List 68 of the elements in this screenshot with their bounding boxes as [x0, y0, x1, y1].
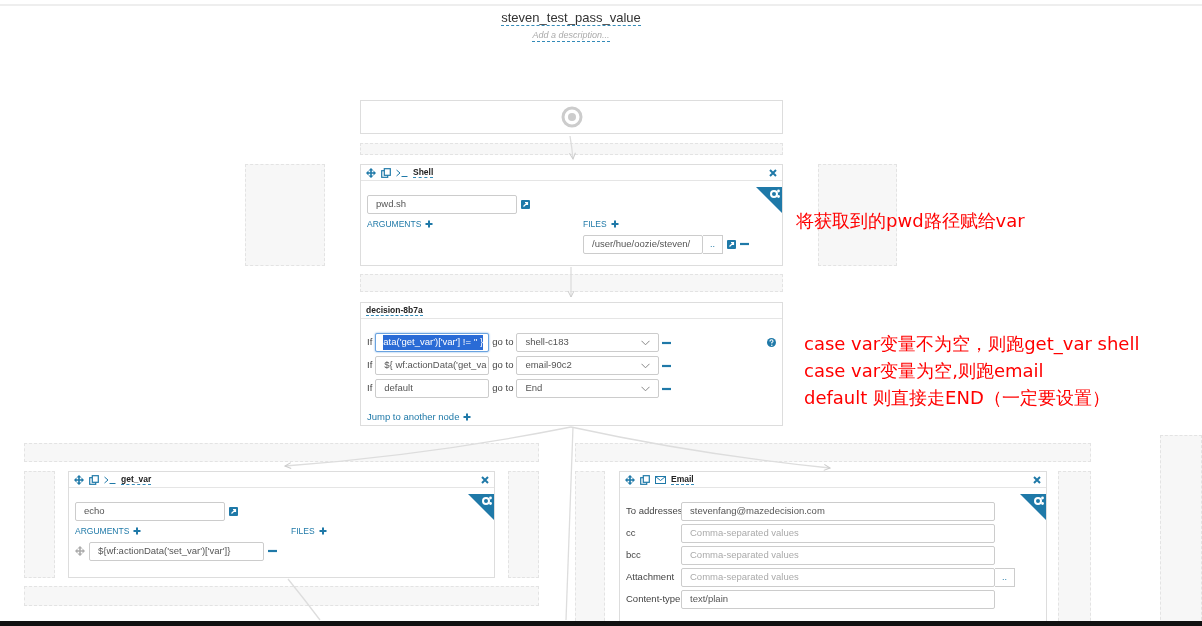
annotation-text: case var变量为空,则跑email	[804, 359, 1045, 383]
node-name[interactable]: get_var	[121, 474, 152, 485]
field-label: Attachment	[626, 570, 676, 585]
field-label: Content-type	[626, 592, 681, 607]
terminal-icon	[104, 475, 116, 484]
input-field[interactable]: text/plain	[681, 590, 995, 609]
add-icon[interactable]	[425, 220, 434, 229]
node-name[interactable]: Shell	[413, 167, 434, 178]
caret-icon	[641, 385, 651, 392]
settings-icon[interactable]	[756, 187, 782, 213]
goto-label: go to	[492, 358, 514, 373]
caret-icon	[641, 339, 651, 346]
input-field[interactable]: default	[375, 379, 490, 398]
settings-icon[interactable]	[1020, 494, 1046, 520]
move-icon[interactable]	[366, 167, 376, 178]
input-field[interactable]: stevenfang@mazedecision.com	[681, 502, 995, 521]
external-link-icon[interactable]	[229, 507, 238, 516]
if-label: If	[367, 335, 373, 350]
section-label: ARGUMENTS	[75, 525, 130, 538]
add-icon[interactable]	[133, 527, 142, 536]
section-label: ARGUMENTS	[367, 218, 422, 231]
copy-icon[interactable]	[381, 167, 391, 178]
close-icon[interactable]	[481, 475, 489, 484]
goto-label: go to	[492, 335, 514, 350]
copy-icon[interactable]	[89, 474, 99, 485]
settings-icon[interactable]	[468, 494, 494, 520]
move-icon[interactable]	[625, 474, 635, 485]
copy-icon[interactable]	[640, 474, 650, 485]
workflow-title[interactable]: steven_test_pass_value	[501, 10, 641, 26]
field-label: cc	[626, 526, 637, 541]
help-icon[interactable]	[767, 338, 776, 347]
input-field[interactable]: ${ wf:actionData('get_va	[375, 356, 490, 375]
input-field[interactable]: /user/hue/oozie/steven/	[583, 234, 703, 254]
input-field[interactable]: pwd.sh	[367, 195, 517, 214]
dropdown[interactable]: shell-c183	[516, 333, 660, 352]
caret-icon	[641, 362, 651, 369]
close-icon[interactable]	[769, 168, 777, 177]
dropdown[interactable]: email-90c2	[516, 356, 660, 375]
input-field[interactable]: ata('get_var')['var'] != '' }	[375, 333, 490, 352]
move-icon[interactable]	[74, 474, 84, 485]
goto-label: go to	[492, 381, 514, 396]
dropdown[interactable]: End	[516, 379, 660, 398]
add-icon[interactable]	[318, 527, 327, 536]
external-link-icon[interactable]	[727, 239, 736, 249]
if-label: If	[367, 381, 373, 396]
annotation-text: case var变量不为空，则跑get_var shell	[804, 332, 1140, 357]
browse-button[interactable]: ..	[703, 234, 723, 254]
start-icon	[560, 106, 583, 128]
envelope-icon	[655, 475, 666, 484]
if-label: If	[367, 358, 373, 373]
input-field[interactable]: ${wf:actionData('set_var')['var']}	[89, 541, 264, 561]
annotation-text: 将获取到的pwd路径赋给var	[796, 209, 1025, 233]
field-label: To addresses	[626, 504, 681, 519]
section-label: FILES	[291, 525, 315, 538]
annotation-text: default 则直接走END（一定要设置）	[804, 386, 1111, 410]
connector-line	[568, 135, 576, 160]
add-icon[interactable]	[463, 413, 472, 422]
external-link-icon[interactable]	[521, 200, 530, 209]
jump-link[interactable]: Jump to another node	[367, 410, 460, 425]
input-field[interactable]: echo	[75, 502, 225, 521]
browse-button[interactable]: ..	[995, 568, 1015, 587]
add-icon[interactable]	[610, 220, 619, 229]
close-icon[interactable]	[1033, 475, 1041, 484]
field-label: bcc	[626, 548, 642, 563]
section-label: FILES	[583, 218, 607, 231]
node-name[interactable]: decision-8b7a	[366, 305, 423, 316]
terminal-icon	[396, 168, 408, 177]
node-name[interactable]: Email	[671, 474, 694, 485]
